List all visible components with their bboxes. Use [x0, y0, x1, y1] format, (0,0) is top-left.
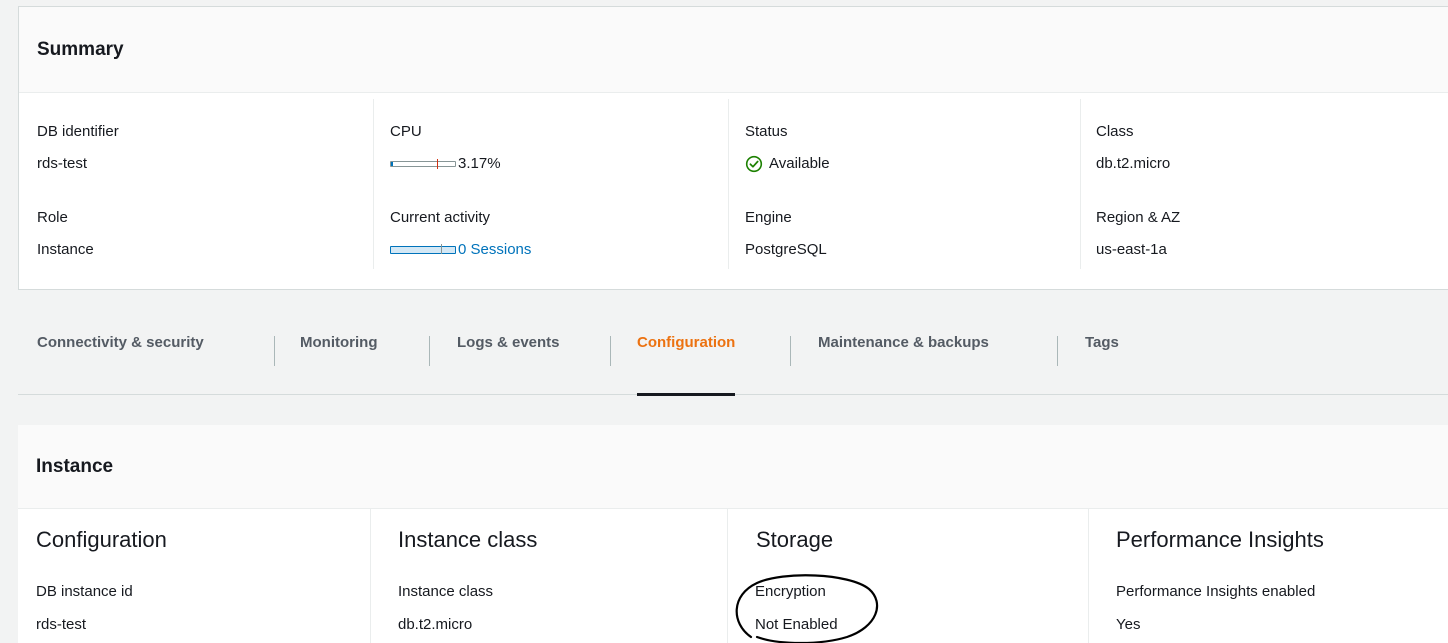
summary-col-identity: DB identifier rds-test Role Instance — [37, 99, 367, 269]
configuration-heading: Configuration — [36, 527, 167, 552]
activity-fill — [391, 247, 455, 253]
summary-panel: Summary DB identifier rds-test Role Inst… — [18, 6, 1448, 290]
engine-label: Engine — [745, 209, 792, 226]
db-identifier-label: DB identifier — [37, 123, 119, 140]
instance-panel: Instance Configuration DB instance id rd… — [18, 425, 1448, 643]
tab-connectivity-security[interactable]: Connectivity & security — [37, 290, 204, 395]
class-label: Class — [1096, 123, 1134, 140]
cpu-usage-fill — [391, 162, 394, 166]
current-activity-label: Current activity — [390, 209, 491, 226]
encryption-value: Not Enabled — [755, 616, 838, 633]
instance-col-instance-class: Instance class Instance class db.t2.micr… — [370, 509, 727, 643]
storage-heading: Storage — [756, 527, 834, 552]
db-instance-id-value: rds-test — [36, 616, 87, 633]
status-value: Available — [769, 155, 830, 172]
instance-col-configuration: Configuration DB instance id rds-test — [36, 509, 370, 643]
instance-title: Instance — [36, 455, 114, 477]
region-az-field: Region & AZ us-east-1a — [1096, 209, 1180, 259]
cpu-usage-bar — [390, 159, 456, 169]
db-instance-id-label: DB instance id — [36, 583, 133, 600]
current-activity-row: 0 Sessions — [390, 241, 531, 259]
instance-class-label: Instance class — [398, 583, 494, 600]
detail-tabs: Connectivity & security Monitoring Logs … — [18, 290, 1448, 396]
tabs-band: Connectivity & security Monitoring Logs … — [18, 290, 1448, 425]
summary-title: Summary — [37, 38, 124, 60]
tab-configuration[interactable]: Configuration — [637, 290, 736, 396]
summary-header: Summary — [19, 7, 1448, 93]
sessions-link[interactable]: 0 Sessions — [458, 241, 531, 259]
activity-bar — [390, 244, 456, 254]
instance-header: Instance — [18, 425, 1448, 509]
tab-monitoring[interactable]: Monitoring — [300, 290, 377, 395]
tab-logs-events[interactable]: Logs & events — [457, 290, 560, 395]
class-field: Class db.t2.micro — [1096, 123, 1170, 173]
role-label: Role — [37, 209, 68, 226]
region-az-label: Region & AZ — [1096, 209, 1181, 226]
instance-col-storage: Storage Encryption Not Enabled — [727, 509, 1088, 643]
engine-value: PostgreSQL — [745, 241, 827, 258]
role-field: Role Instance — [37, 209, 94, 259]
status-label: Status — [745, 123, 788, 140]
summary-col-usage: CPU 3.17% Current activity 0 Sessions — [373, 99, 728, 269]
current-activity-field: Current activity 0 Sessions — [390, 209, 531, 259]
instance-class-heading: Instance class — [398, 527, 538, 552]
performance-insights-enabled-label: Performance Insights enabled — [1116, 583, 1316, 600]
status-value-row: Available — [745, 155, 830, 173]
role-value: Instance — [37, 241, 94, 258]
summary-col-state: Status Available Engine PostgreSQL — [728, 99, 1080, 269]
instance-class-value: db.t2.micro — [398, 616, 473, 633]
summary-col-placement: Class db.t2.micro Region & AZ us-east-1a — [1080, 99, 1448, 269]
tab-separator — [429, 336, 430, 366]
summary-grid: DB identifier rds-test Role Instance CPU… — [19, 93, 1448, 291]
performance-insights-enabled-value: Yes — [1116, 616, 1141, 633]
instance-col-performance-insights: Performance Insights Performance Insight… — [1088, 509, 1448, 643]
tab-separator — [790, 336, 791, 366]
cpu-value-row: 3.17% — [390, 155, 501, 173]
tab-separator — [274, 336, 275, 366]
tab-tags[interactable]: Tags — [1085, 290, 1119, 395]
cpu-value: 3.17% — [458, 155, 501, 172]
cpu-threshold-marker — [437, 159, 438, 169]
check-circle-icon — [745, 155, 763, 173]
cpu-field: CPU 3.17% — [390, 123, 501, 173]
db-identifier-value: rds-test — [37, 155, 88, 172]
activity-marker — [441, 244, 442, 254]
engine-field: Engine PostgreSQL — [745, 209, 827, 259]
tab-separator — [1057, 336, 1058, 366]
cpu-label: CPU — [390, 123, 422, 140]
performance-insights-heading: Performance Insights — [1116, 527, 1324, 552]
class-value: db.t2.micro — [1096, 155, 1171, 172]
db-identifier-field: DB identifier rds-test — [37, 123, 119, 173]
status-field: Status Available — [745, 123, 830, 173]
region-az-value: us-east-1a — [1096, 241, 1167, 258]
encryption-label: Encryption — [755, 583, 826, 600]
tab-separator — [610, 336, 611, 366]
tab-maintenance-backups[interactable]: Maintenance & backups — [818, 290, 989, 395]
